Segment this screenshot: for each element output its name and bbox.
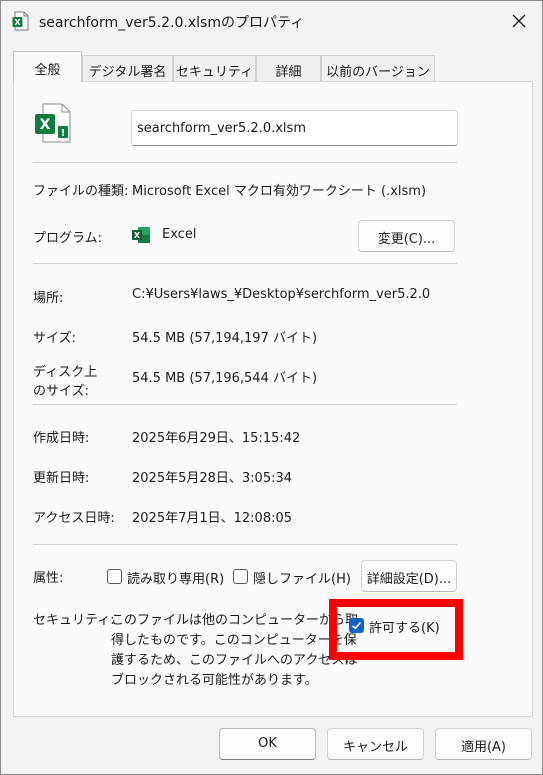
- tab-security[interactable]: セキュリティ: [173, 55, 256, 81]
- disk-size-value: 54.5 MB (57,196,544 バイト): [132, 371, 318, 386]
- size-value: 54.5 MB (57,194,197 バイト): [132, 331, 318, 346]
- ok-button[interactable]: OK: [219, 728, 316, 760]
- properties-dialog: X searchform_ver5.2.0.xlsmのプロパティ 全般 デジタル…: [0, 0, 543, 775]
- readonly-label[interactable]: 読み取り専用(R): [127, 568, 224, 587]
- location-label: 場所:: [33, 291, 64, 306]
- close-button[interactable]: [502, 5, 536, 37]
- program-label: プログラム:: [33, 231, 102, 246]
- change-program-button[interactable]: 変更(C)...: [358, 220, 455, 252]
- svg-text:X: X: [40, 117, 51, 133]
- disk-size-label-line1: ディスク上: [33, 365, 98, 380]
- cancel-button[interactable]: キャンセル: [327, 728, 424, 760]
- separator: [33, 162, 457, 163]
- advanced-attributes-button[interactable]: 詳細設定(D)...: [361, 560, 457, 592]
- title-bar: X searchform_ver5.2.0.xlsmのプロパティ: [1, 1, 542, 41]
- highlight-box: [329, 599, 463, 660]
- svg-text:X: X: [134, 231, 141, 240]
- separator: [33, 404, 457, 405]
- excel-macro-file-large-icon: X !: [35, 103, 71, 143]
- readonly-checkbox[interactable]: [107, 569, 122, 584]
- security-text-line4: ブロックされる可能性があります。: [111, 673, 318, 688]
- tab-details[interactable]: 詳細: [256, 55, 321, 81]
- security-text-line2: 得したものです。このコンピューターを保: [111, 633, 357, 648]
- location-value: C:¥Users¥laws_¥Desktop¥serchform_ver5.2.…: [132, 287, 431, 302]
- modified-label: 更新日時:: [33, 471, 90, 486]
- apply-button[interactable]: 適用(A): [435, 728, 532, 760]
- security-label: セキュリティ:: [33, 613, 115, 628]
- security-text-line1: このファイルは他のコンピューターから取: [111, 613, 359, 628]
- security-text-line3: 護するため、このファイルへのアクセスは: [111, 653, 358, 668]
- disk-size-label-line2: のサイズ:: [33, 384, 89, 399]
- file-type-label: ファイルの種類:: [33, 184, 129, 199]
- program-value: Excel: [162, 227, 197, 242]
- created-value: 2025年6月29日、15:15:42: [132, 431, 301, 446]
- tab-digital-signature[interactable]: デジタル署名: [82, 55, 173, 81]
- separator: [33, 544, 457, 545]
- svg-text:!: !: [61, 128, 66, 139]
- accessed-value: 2025年7月1日、12:08:05: [132, 511, 293, 526]
- close-icon: [512, 14, 526, 28]
- filename-input[interactable]: [131, 110, 458, 146]
- svg-text:X: X: [14, 18, 21, 27]
- tab-general[interactable]: 全般: [13, 51, 82, 82]
- separator: [33, 263, 457, 264]
- accessed-label: アクセス日時:: [33, 511, 115, 526]
- hidden-label[interactable]: 隠しファイル(H): [253, 568, 351, 587]
- created-label: 作成日時:: [33, 431, 90, 446]
- tab-previous-versions[interactable]: 以前のバージョン: [321, 55, 435, 81]
- tab-bar: 全般 デジタル署名 セキュリティ 詳細 以前のバージョン: [13, 51, 533, 82]
- attributes-label: 属性:: [33, 571, 64, 586]
- hidden-checkbox[interactable]: [233, 569, 248, 584]
- excel-macro-file-icon: X: [12, 11, 29, 31]
- size-label: サイズ:: [33, 331, 76, 346]
- file-type-value: Microsoft Excel マクロ有効ワークシート (.xlsm): [132, 184, 427, 199]
- window-title: searchform_ver5.2.0.xlsmのプロパティ: [39, 15, 305, 31]
- modified-value: 2025年5月28日、3:05:34: [132, 471, 293, 486]
- excel-app-icon: X: [132, 227, 150, 243]
